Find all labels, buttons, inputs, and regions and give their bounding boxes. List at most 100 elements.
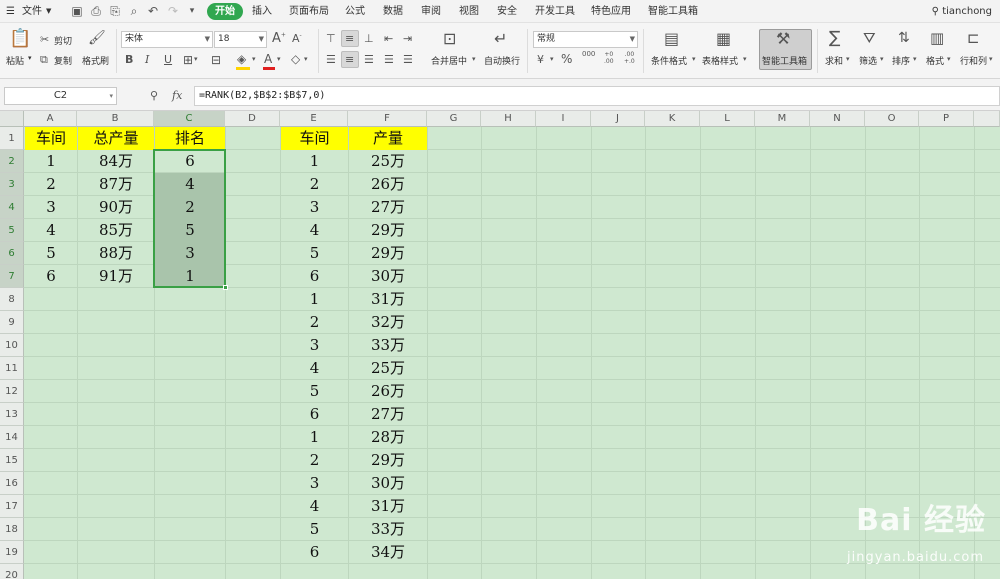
column-header-a[interactable]: A [24, 111, 77, 127]
justify-icon[interactable]: ☰ [384, 54, 394, 65]
underline-icon[interactable]: U [164, 54, 172, 65]
chevron-down-icon[interactable]: ▾ [692, 56, 696, 63]
column-header-more[interactable] [974, 111, 1000, 127]
print-preview-icon[interactable]: ⌕ [127, 4, 141, 18]
column-header-j[interactable]: J [591, 111, 645, 127]
cell-f9[interactable]: 32万 [349, 311, 427, 334]
cell-e5[interactable]: 4 [281, 219, 348, 242]
row-header-2[interactable]: 2 [0, 150, 24, 173]
cell-b4[interactable]: 90万 [78, 196, 154, 219]
undo-icon[interactable]: ↶ [146, 4, 160, 18]
conditional-format-button[interactable]: 条件格式 [651, 54, 687, 67]
font-size-select[interactable]: 18 ▼ [214, 31, 267, 48]
row-header-7[interactable]: 7 [0, 265, 24, 288]
row-header-5[interactable]: 5 [0, 219, 24, 242]
tab-view[interactable]: 视图 [459, 0, 479, 23]
cell-e15[interactable]: 2 [281, 449, 348, 472]
export-icon[interactable]: ⎙ [89, 4, 103, 18]
wrap-text-icon[interactable]: ↵ [494, 31, 507, 47]
hamburger-icon[interactable]: ☰ [6, 0, 15, 23]
cell-b5[interactable]: 85万 [78, 219, 154, 242]
table-style-icon[interactable]: ▦ [716, 31, 731, 47]
column-header-h[interactable]: H [481, 111, 536, 127]
number-format-select[interactable]: 常规 ▼ [533, 31, 638, 48]
spreadsheet-grid[interactable]: A B C D E F G H I J K L M N O P 1 2 3 4 … [0, 111, 1000, 579]
cell-e18[interactable]: 5 [281, 518, 348, 541]
cell-f2[interactable]: 25万 [349, 150, 427, 173]
cell-b7[interactable]: 91万 [78, 265, 154, 288]
chevron-down-icon[interactable]: ▾ [743, 56, 747, 63]
select-all-corner[interactable] [0, 111, 24, 127]
cell-f3[interactable]: 26万 [349, 173, 427, 196]
chevron-down-icon[interactable]: ▾ [194, 56, 198, 63]
align-left-icon[interactable]: ☰ [326, 54, 336, 65]
merge-center-button[interactable]: 合并居中 [431, 54, 467, 67]
percent-button[interactable]: % [561, 53, 572, 65]
sum-button[interactable]: 求和 [825, 54, 843, 67]
decrease-decimal-button[interactable]: .00 +.0 [624, 51, 635, 65]
cell-f13[interactable]: 27万 [349, 403, 427, 426]
borders-icon[interactable]: ⊞ [183, 54, 193, 66]
increase-decimal-button[interactable]: +0 .00 [604, 51, 614, 65]
tab-special-features[interactable]: 特色应用 [591, 0, 631, 23]
cell-e16[interactable]: 3 [281, 472, 348, 495]
scissors-icon[interactable]: ✂ [40, 34, 49, 45]
align-top-icon[interactable]: ⊤ [326, 33, 336, 44]
chevron-down-icon[interactable]: ▾ [913, 56, 917, 63]
decrease-font-icon[interactable]: A- [292, 33, 302, 44]
italic-icon[interactable]: I [145, 54, 149, 65]
chevron-down-icon[interactable]: ▾ [277, 56, 281, 63]
column-header-n[interactable]: N [810, 111, 865, 127]
fill-handle[interactable] [223, 285, 228, 290]
format-icon[interactable]: ▥ [930, 31, 944, 46]
font-color-icon[interactable]: A [264, 53, 272, 65]
cell-c1[interactable]: 排名 [155, 127, 225, 150]
merge-center-icon[interactable]: ⊡ [443, 31, 456, 47]
row-column-button[interactable]: 行和列 [960, 54, 987, 67]
row-header-8[interactable]: 8 [0, 288, 24, 311]
row-header-17[interactable]: 17 [0, 495, 24, 518]
cell-f15[interactable]: 29万 [349, 449, 427, 472]
cell-f8[interactable]: 31万 [349, 288, 427, 311]
row-header-3[interactable]: 3 [0, 173, 24, 196]
cell-e3[interactable]: 2 [281, 173, 348, 196]
filter-icon[interactable]: ⛛ [863, 31, 876, 46]
cell-e1[interactable]: 车间 [281, 127, 348, 150]
zoom-icon[interactable]: ⚲ [150, 87, 158, 105]
row-header-12[interactable]: 12 [0, 380, 24, 403]
cell-b3[interactable]: 87万 [78, 173, 154, 196]
chevron-down-icon[interactable]: ▾ [550, 56, 554, 63]
cell-e8[interactable]: 1 [281, 288, 348, 311]
cell-f1[interactable]: 产量 [349, 127, 427, 150]
cell-f10[interactable]: 33万 [349, 334, 427, 357]
row-header-15[interactable]: 15 [0, 449, 24, 472]
increase-indent-icon[interactable]: ⇥ [403, 33, 412, 44]
row-header-13[interactable]: 13 [0, 403, 24, 426]
cell-a5[interactable]: 4 [25, 219, 77, 242]
row-column-icon[interactable]: ⊏ [967, 31, 980, 46]
fill-color-icon[interactable]: ◈ [237, 53, 246, 65]
column-header-f[interactable]: F [348, 111, 427, 127]
cell-a3[interactable]: 2 [25, 173, 77, 196]
cell-f19[interactable]: 34万 [349, 541, 427, 564]
cell-b1[interactable]: 总产量 [78, 127, 154, 150]
align-bottom-icon[interactable]: ⊥ [364, 33, 374, 44]
thousands-separator-button[interactable]: 000 [582, 51, 595, 58]
cell-e4[interactable]: 3 [281, 196, 348, 219]
column-header-k[interactable]: K [645, 111, 700, 127]
cell-f7[interactable]: 30万 [349, 265, 427, 288]
cell-e14[interactable]: 1 [281, 426, 348, 449]
column-header-c[interactable]: C [154, 111, 225, 127]
font-name-select[interactable]: 宋体 ▼ [121, 31, 213, 48]
chevron-down-icon[interactable]: ▾ [947, 56, 951, 63]
cell-e13[interactable]: 6 [281, 403, 348, 426]
row-header-1[interactable]: 1 [0, 127, 24, 150]
row-header-4[interactable]: 4 [0, 196, 24, 219]
cell-e19[interactable]: 6 [281, 541, 348, 564]
paste-dropdown-icon[interactable]: ▾ [28, 54, 32, 62]
distributed-icon[interactable]: ☰ [403, 54, 413, 65]
cell-a1[interactable]: 车间 [25, 127, 77, 150]
cut-button[interactable]: 剪切 [54, 34, 72, 47]
increase-font-icon[interactable]: A+ [272, 32, 286, 45]
column-header-d[interactable]: D [225, 111, 280, 127]
